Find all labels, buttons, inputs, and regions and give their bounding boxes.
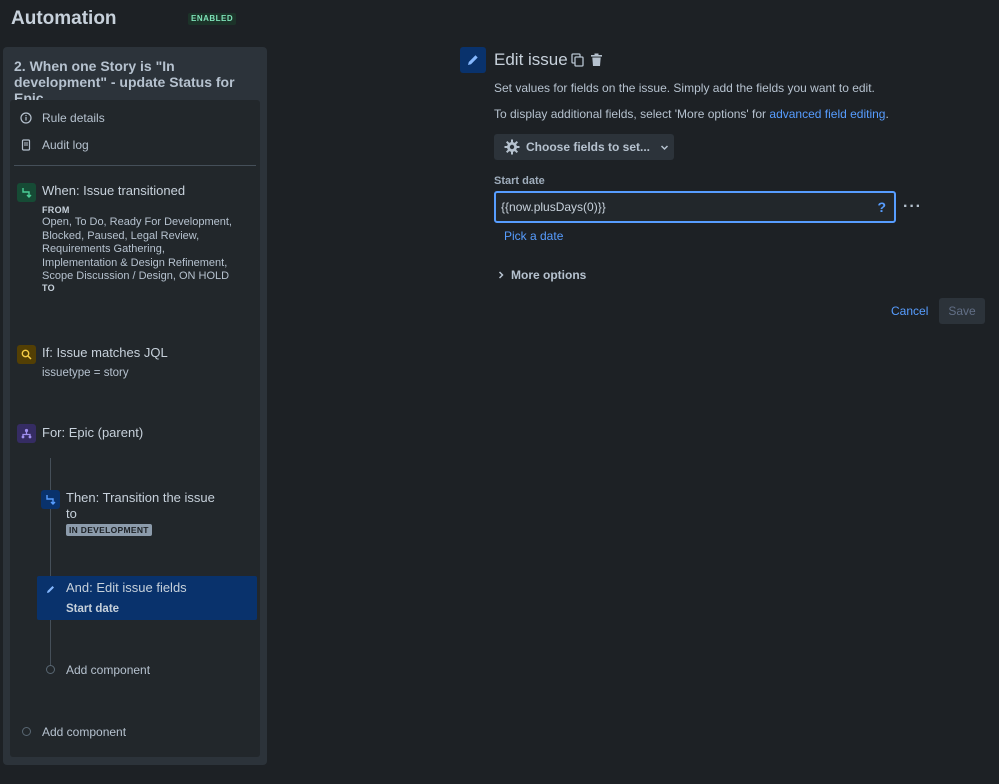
advanced-editing-hint: To display additional fields, select 'Mo… [494,107,889,121]
sidebar-item-label: Rule details [42,111,105,125]
panel-title: Edit issue [494,50,568,69]
add-node-icon [46,665,55,674]
choose-fields-dropdown[interactable]: Choose fields to set... [494,134,674,160]
more-actions-icon[interactable]: ··· [903,198,922,216]
gear-icon [504,139,520,155]
sidebar-item-label: Audit log [42,138,89,152]
pick-a-date-link[interactable]: Pick a date [504,229,563,243]
trigger-component[interactable]: When: Issue transitioned FROM Open, To D… [42,183,254,293]
add-node-icon [22,727,31,736]
add-component-button[interactable]: Add component [42,725,126,739]
action-title: Then: Transition the issue [66,490,215,505]
document-icon [20,139,32,151]
sidebar-item-rule-details[interactable]: Rule details [20,109,105,127]
add-component-button[interactable]: Add component [66,663,150,677]
help-icon[interactable]: ? [877,199,886,215]
branch-component[interactable]: For: Epic (parent) [42,425,143,441]
transition-icon [17,183,36,202]
edit-action-title: And: Edit issue fields [66,580,187,595]
advanced-field-editing-link[interactable]: advanced field editing [769,107,885,121]
action-title-continued: to [66,506,77,521]
start-date-input[interactable] [501,198,861,216]
start-date-label: Start date [494,175,545,187]
condition-component[interactable]: If: Issue matches JQL issuetype = story [42,345,254,381]
transition-action-component[interactable]: Then: Transition the issue to IN DEVELOP… [66,490,246,536]
info-icon [20,112,32,124]
cancel-button[interactable]: Cancel [883,298,936,324]
pencil-icon [41,580,60,599]
chevron-down-icon [660,143,669,152]
search-icon [17,345,36,364]
hierarchy-icon [17,424,36,443]
panel-description: Set values for fields on the issue. Simp… [494,81,875,95]
save-button[interactable]: Save [939,298,985,324]
more-options-toggle[interactable]: More options [497,268,586,282]
start-date-field-wrapper: ? [494,191,896,223]
divider [14,165,256,166]
rule-title: 2. When one Story is "In development" - … [14,58,235,106]
chevron-right-icon [497,271,505,279]
transition-icon [41,490,60,509]
duplicate-icon[interactable] [569,52,585,68]
edit-action-field: Start date [66,603,120,615]
to-label: TO [42,282,55,293]
pencil-icon [460,47,486,73]
page-title: Automation [11,8,117,29]
condition-title: If: Issue matches JQL [42,345,168,360]
status-lozenge: IN DEVELOPMENT [66,524,152,536]
sidebar-item-audit-log[interactable]: Audit log [20,136,89,154]
status-badge: ENABLED [188,13,237,25]
trash-icon[interactable] [588,52,604,68]
from-statuses: Open, To Do, Ready For Development, Bloc… [42,216,232,282]
trigger-title: When: Issue transitioned [42,183,186,198]
choose-fields-label: Choose fields to set... [526,140,651,154]
from-label: FROM [42,205,70,215]
more-options-label: More options [511,268,587,282]
jql-query: issuetype = story [42,367,129,379]
